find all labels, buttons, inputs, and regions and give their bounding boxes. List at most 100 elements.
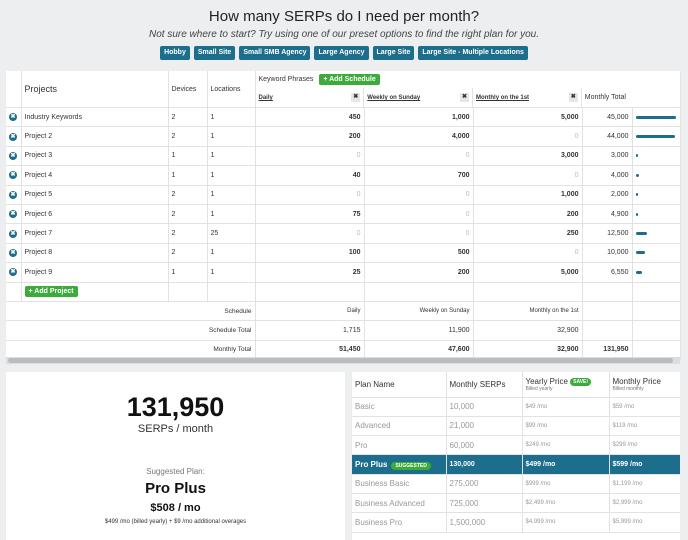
project-name[interactable]: Project 8: [21, 243, 169, 264]
project-locations[interactable]: 1: [207, 107, 256, 128]
remove-monthly-schedule-icon[interactable]: ✖: [568, 93, 578, 102]
plan-monthly: $1,199 /mo: [609, 474, 680, 494]
project-monthly[interactable]: 5,000: [473, 262, 583, 283]
preset-button[interactable]: Large Site: [372, 46, 415, 60]
project-weekly[interactable]: 500: [364, 243, 474, 264]
project-monthly[interactable]: 200: [473, 204, 583, 225]
project-daily[interactable]: 25: [255, 262, 365, 283]
project-devices[interactable]: 2: [168, 185, 208, 205]
project-locations[interactable]: 1: [207, 262, 256, 283]
monthly-billing-note: Billed monthly: [612, 385, 644, 392]
remove-project-icon[interactable]: ✖: [9, 171, 17, 180]
project-daily[interactable]: 75: [255, 204, 365, 225]
project-monthly[interactable]: 0: [473, 126, 583, 147]
project-devices[interactable]: 1: [168, 262, 208, 283]
project-devices[interactable]: 2: [168, 107, 208, 128]
project-name[interactable]: Project 3: [21, 146, 169, 167]
plan-row[interactable]: Business Advanced 725,000 $2,499 /mo $2,999…: [352, 493, 680, 514]
project-name[interactable]: Project 2: [21, 126, 169, 147]
project-weekly[interactable]: 1,000: [364, 107, 474, 128]
remove-project-icon[interactable]: ✖: [9, 190, 17, 199]
plan-row[interactable]: Advanced 21,000 $99 /mo $119 /mo: [352, 416, 680, 437]
project-daily[interactable]: 450: [255, 107, 365, 128]
project-daily[interactable]: 0: [255, 146, 365, 167]
project-name[interactable]: Project 9: [21, 262, 169, 283]
project-monthly[interactable]: 0: [473, 165, 583, 186]
plan-row[interactable]: Pro 60,000 $249 /mo $299 /mo: [352, 435, 680, 456]
remove-project-icon[interactable]: ✖: [9, 229, 17, 238]
project-locations[interactable]: 1: [207, 185, 256, 205]
project-name[interactable]: Project 7: [21, 223, 169, 244]
plan-row[interactable]: Business Basic 275,000 $999 /mo $1,199 /mo: [352, 474, 680, 494]
preset-button[interactable]: Small SMB Agency: [239, 46, 311, 60]
plan-yearly: $249 /mo: [522, 435, 610, 456]
project-devices[interactable]: 1: [168, 146, 208, 167]
plan-name: Advanced: [355, 421, 391, 431]
project-monthly-total: 4,000: [582, 165, 633, 186]
project-name[interactable]: Project 4: [21, 165, 169, 186]
project-daily[interactable]: 40: [255, 165, 365, 186]
project-monthly[interactable]: 1,000: [473, 185, 583, 205]
preset-button[interactable]: Small Site: [193, 46, 236, 60]
remove-project-icon[interactable]: ✖: [9, 113, 17, 122]
add-project-button[interactable]: + Add Project: [24, 286, 78, 298]
plan-row[interactable]: Business Pro 1,500,000 $4,999 /mo $5,999 /m…: [352, 512, 680, 533]
project-weekly[interactable]: 4,000: [364, 126, 474, 147]
project-monthly[interactable]: 3,000: [473, 146, 583, 167]
project-devices[interactable]: 2: [168, 243, 208, 264]
plan-yearly: $4,999 /mo: [522, 512, 610, 533]
project-share-bar: [635, 251, 645, 255]
project-locations[interactable]: 1: [207, 126, 256, 147]
project-name[interactable]: Industry Keywords: [21, 107, 169, 128]
remove-project-icon[interactable]: ✖: [9, 248, 17, 257]
preset-button[interactable]: Large Agency: [314, 46, 369, 60]
project-weekly[interactable]: 0: [364, 185, 474, 205]
remove-weekly-schedule-icon[interactable]: ✖: [460, 93, 470, 102]
project-weekly[interactable]: 0: [364, 204, 474, 225]
project-locations[interactable]: 1: [207, 146, 256, 167]
horizontal-scrollbar[interactable]: [6, 357, 680, 364]
schedule-row: Schedule Daily Weekly on Sunday Monthly …: [6, 301, 681, 322]
keyword-phrases-label: Keyword Phrases: [258, 76, 314, 83]
project-monthly[interactable]: 0: [473, 243, 583, 264]
project-devices[interactable]: 2: [168, 126, 208, 147]
preset-button[interactable]: Hobby: [160, 46, 190, 60]
remove-project-icon[interactable]: ✖: [9, 268, 17, 277]
plan-row[interactable]: Basic 10,000 $49 /mo $59 /mo: [352, 397, 680, 417]
project-daily[interactable]: 0: [255, 185, 365, 205]
project-weekly[interactable]: 0: [364, 223, 474, 244]
plan-serps: 275,000: [446, 474, 523, 494]
plan-monthly: $5,999 /mo: [609, 512, 680, 533]
project-monthly[interactable]: 250: [473, 223, 583, 244]
remove-project-icon[interactable]: ✖: [9, 151, 17, 160]
project-share-bar: [635, 270, 642, 274]
project-weekly[interactable]: 200: [364, 262, 474, 283]
project-locations[interactable]: 1: [207, 204, 256, 225]
summary-card: 131,950 SERPs / month Suggested Plan: Pr…: [6, 372, 345, 540]
plan-name: Business Basic: [355, 479, 410, 489]
remove-project-icon[interactable]: ✖: [9, 210, 17, 219]
remove-daily-schedule-icon[interactable]: ✖: [351, 93, 361, 102]
add-schedule-button[interactable]: + Add Schedule: [319, 74, 380, 85]
project-monthly[interactable]: 5,000: [473, 107, 583, 128]
project-locations[interactable]: 25: [207, 223, 256, 244]
project-devices[interactable]: 2: [168, 223, 208, 244]
project-daily[interactable]: 0: [255, 223, 365, 244]
project-locations[interactable]: 1: [207, 243, 256, 264]
project-weekly[interactable]: 700: [364, 165, 474, 186]
preset-button[interactable]: Large Site - Multiple Locations: [418, 46, 528, 60]
plan-yearly: $99 /mo: [522, 416, 610, 437]
project-name[interactable]: Project 6: [21, 204, 169, 225]
project-daily[interactable]: 200: [255, 126, 365, 147]
project-share-bar: [635, 154, 639, 158]
project-daily[interactable]: 100: [255, 243, 365, 264]
project-devices[interactable]: 1: [168, 165, 208, 186]
remove-project-icon[interactable]: ✖: [9, 132, 17, 141]
plan-row-suggested[interactable]: Pro Plus SUGGESTED 130,000 $499 /mo $599 /mo: [352, 454, 680, 475]
project-locations[interactable]: 1: [207, 165, 256, 186]
project-weekly[interactable]: 0: [364, 146, 474, 167]
project-devices[interactable]: 2: [168, 204, 208, 225]
schedule-weekly: Weekly on Sunday: [364, 301, 474, 322]
scrollbar-thumb[interactable]: [8, 358, 673, 363]
project-name[interactable]: Project 5: [21, 185, 169, 205]
